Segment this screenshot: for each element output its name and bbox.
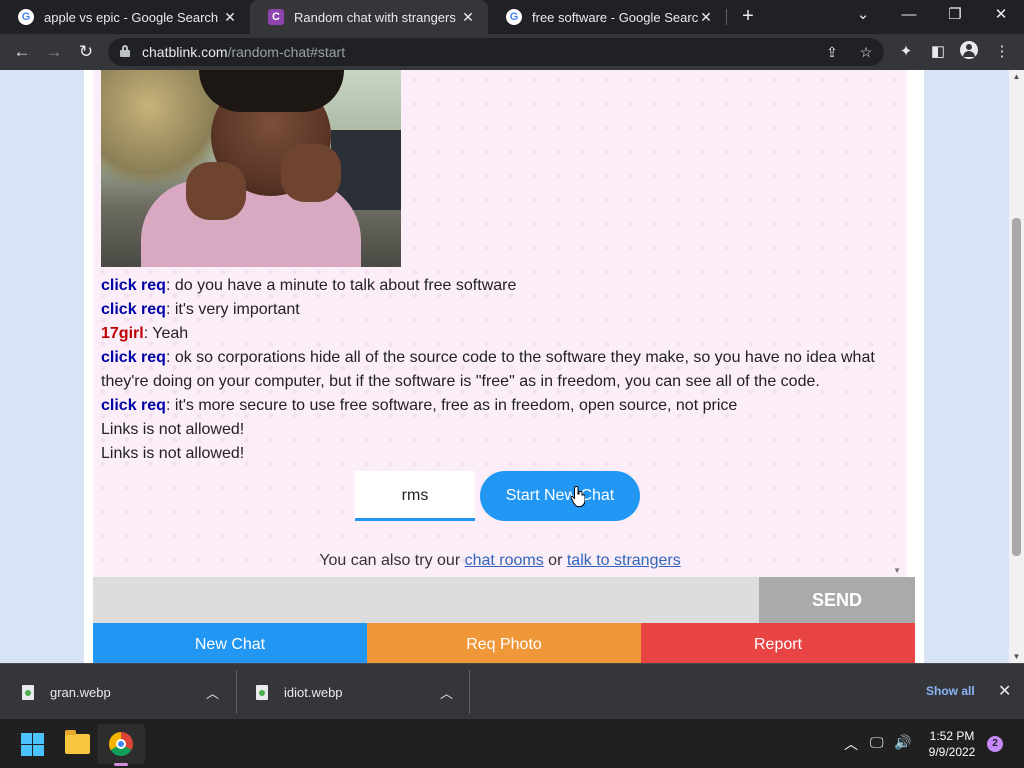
tab-title: apple vs epic - Google Search [44, 9, 219, 25]
sender-name[interactable]: 17girl [101, 325, 144, 342]
chevron-up-icon[interactable]: ︿ [206, 683, 219, 702]
bookmark-star-icon[interactable]: ☆ [856, 42, 876, 62]
minimize-button[interactable]: — [886, 0, 932, 34]
download-filename: idiot.webp [284, 684, 343, 700]
chat-log: click req: do you have a minute to talk … [93, 70, 907, 577]
restore-button[interactable]: ❐ [932, 0, 978, 34]
new-tab-button[interactable]: + [736, 4, 760, 28]
nickname-input[interactable]: rms [355, 471, 475, 521]
network-icon[interactable]: 🖵 [870, 734, 884, 751]
tab-search-icon[interactable]: ⌄ [840, 0, 886, 34]
show-all-link[interactable]: Show all [926, 684, 975, 698]
scroll-thumb[interactable] [1012, 218, 1021, 556]
back-icon[interactable]: ← [10, 40, 34, 64]
chevron-up-icon[interactable]: ︿ [844, 734, 858, 754]
system-message: Links is not allowed! [101, 442, 891, 466]
sender-name[interactable]: click req [101, 397, 166, 414]
address-bar[interactable]: chatblink.com/random-chat#start ⇪ ☆ [108, 38, 884, 66]
download-item[interactable]: gran.webp ︿ [22, 664, 230, 720]
message-text: : it's very important [165, 301, 300, 318]
page-viewport: click req: do you have a minute to talk … [0, 70, 1009, 663]
running-indicator [114, 763, 128, 766]
chevron-up-icon[interactable]: ︿ [440, 683, 453, 702]
chat-scroll-down-icon[interactable]: ▼ [893, 566, 901, 575]
system-clock[interactable]: 1:52 PM 9/9/2022 [928, 728, 976, 760]
new-chat-button[interactable]: New Chat [93, 623, 367, 663]
download-item[interactable]: idiot.webp ︿ [256, 664, 464, 720]
report-button[interactable]: Report [641, 623, 915, 663]
sender-name[interactable]: click req [101, 349, 166, 366]
menu-icon[interactable]: ⋮ [990, 40, 1014, 64]
toolbar: ← → ↻ chatblink.com/random-chat#start ⇪ … [0, 34, 1024, 70]
action-bar: New Chat Req Photo Report [93, 623, 915, 663]
close-window-button[interactable]: ✕ [978, 0, 1024, 34]
forward-icon[interactable]: → [42, 40, 66, 64]
google-icon: G [506, 9, 522, 25]
chatblink-icon: C [268, 9, 284, 25]
send-button[interactable]: SEND [759, 577, 915, 623]
message-list: click req: do you have a minute to talk … [101, 274, 891, 466]
message-text: Links is not allowed! [101, 421, 245, 438]
windows-taskbar: ︿ 🖵 🔊 1:52 PM 9/9/2022 2 [0, 719, 1024, 768]
download-filename: gran.webp [50, 684, 111, 700]
chat-rooms-link[interactable]: chat rooms [465, 552, 544, 569]
start-new-chat-button[interactable]: Start New Chat [480, 471, 640, 521]
chat-container: click req: do you have a minute to talk … [84, 70, 924, 663]
divider [469, 670, 470, 714]
message-input[interactable] [93, 577, 759, 623]
chat-message: 17girl: Yeah [101, 322, 891, 346]
close-icon[interactable]: ✕ [698, 9, 714, 26]
volume-icon[interactable]: 🔊 [894, 734, 911, 751]
tab-title: Random chat with strangers [294, 9, 456, 25]
downloads-bar: gran.webp ︿ idiot.webp ︿ Show all ✕ [0, 663, 1024, 719]
reload-icon[interactable]: ↻ [74, 40, 98, 64]
message-text: : do you have a minute to talk about fre… [165, 277, 517, 294]
chat-message: click req: do you have a minute to talk … [101, 274, 891, 298]
alternatives-line: You can also try our chat rooms or talk … [319, 552, 681, 569]
url-text[interactable]: chatblink.com/random-chat#start [142, 44, 345, 60]
chat-message: click req: it's more secure to use free … [101, 394, 891, 418]
file-explorer-icon[interactable] [65, 730, 90, 754]
side-panel-icon[interactable]: ◧ [926, 40, 950, 64]
windows-start-icon[interactable] [21, 733, 44, 756]
sender-name[interactable]: click req [101, 277, 166, 294]
tab-title: free software - Google Search [532, 9, 698, 25]
profile-icon[interactable] [960, 41, 978, 59]
close-icon[interactable]: ✕ [222, 9, 238, 26]
page-scrollbar[interactable]: ▲ ▼ [1009, 70, 1024, 663]
close-icon[interactable]: ✕ [460, 9, 476, 26]
google-icon: G [18, 9, 34, 25]
message-text: Links is not allowed! [101, 445, 245, 462]
message-text: : ok so corporations hide all of the sou… [101, 349, 875, 390]
tab-divider [726, 9, 727, 25]
image-file-icon [22, 684, 34, 700]
image-file-icon [256, 684, 268, 700]
scroll-up-icon[interactable]: ▲ [1009, 72, 1024, 81]
notification-badge[interactable]: 2 [987, 736, 1003, 752]
sender-name[interactable]: click req [101, 301, 166, 318]
chat-message: click req: it's very important [101, 298, 891, 322]
tab-apple-vs-epic[interactable]: G apple vs epic - Google Search ✕ [0, 0, 250, 34]
req-photo-button[interactable]: Req Photo [367, 623, 641, 663]
divider [236, 670, 237, 714]
chrome-icon[interactable] [109, 732, 133, 756]
scroll-down-icon[interactable]: ▼ [1009, 652, 1024, 661]
hand-cursor-icon [571, 486, 585, 507]
share-icon[interactable]: ⇪ [822, 42, 842, 62]
close-icon[interactable]: ✕ [998, 681, 1011, 701]
tab-random-chat[interactable]: C Random chat with strangers ✕ [250, 0, 488, 34]
message-text: : it's more secure to use free software,… [165, 397, 738, 414]
tab-free-software[interactable]: G free software - Google Search ✕ [488, 0, 726, 34]
lock-icon[interactable] [120, 45, 130, 57]
message-text: : Yeah [143, 325, 189, 342]
system-message: Links is not allowed! [101, 418, 891, 442]
talk-to-strangers-link[interactable]: talk to strangers [567, 552, 681, 569]
chat-message: click req: ok so corporations hide all o… [101, 346, 891, 394]
message-composer: SEND [93, 577, 915, 623]
extensions-icon[interactable]: ✦ [894, 40, 918, 64]
tab-strip: G apple vs epic - Google Search ✕ C Rand… [0, 0, 1024, 34]
shared-photo[interactable] [101, 70, 401, 267]
